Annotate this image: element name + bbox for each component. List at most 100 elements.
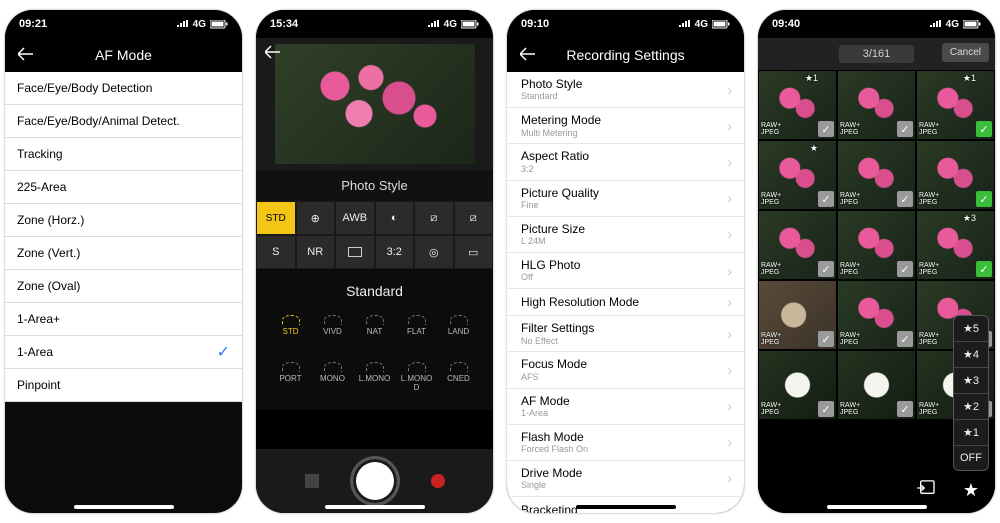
settings-label: AF Mode [521,394,570,408]
style-chip[interactable]: NAT [360,315,390,336]
thumbnail[interactable]: RAW+ JPEG★✓ [758,140,837,210]
settings-row[interactable]: Picture SizeL 24M› [507,217,744,253]
settings-row[interactable]: Drive ModeSingle› [507,461,744,497]
list-item[interactable]: Tracking [5,138,242,171]
selection-checkbox[interactable]: ✓ [818,261,834,277]
settings-row[interactable]: Metering ModeMulti Metering› [507,108,744,144]
thumbnail[interactable]: RAW+ JPEG✓ [837,210,916,280]
import-icon[interactable] [917,480,935,501]
list-item[interactable]: 1-Area+ [5,303,242,336]
grid-item[interactable]: S [256,235,296,269]
grid-item[interactable]: ◎ [414,235,454,269]
list-item[interactable]: 1-Area✓ [5,336,242,369]
grid-item[interactable]: 3:2 [375,235,415,269]
list-item[interactable]: Zone (Vert.) [5,237,242,270]
back-button[interactable] [517,44,541,64]
list-item[interactable]: Pinpoint [5,369,242,402]
selection-checkbox[interactable]: ✓ [818,331,834,347]
shutter-button[interactable] [353,459,397,503]
style-chip-label: MONO [320,374,345,383]
grid-item[interactable]: ◐ [375,201,415,235]
rating-option[interactable]: OFF [954,446,988,470]
settings-row[interactable]: High Resolution Mode› [507,289,744,316]
list-item[interactable]: Zone (Horz.) [5,204,242,237]
rating-option[interactable]: ★5 [954,316,988,342]
grid-item[interactable] [335,235,375,269]
live-preview[interactable] [256,38,493,170]
grid-item[interactable]: ⧄ [454,201,494,235]
home-indicator[interactable] [74,505,174,509]
selection-checkbox[interactable]: ✓ [818,121,834,137]
selection-checkbox[interactable]: ✓ [818,191,834,207]
thumbnail[interactable]: RAW+ JPEG✓ [837,350,916,420]
style-chip[interactable]: PORT [276,362,306,392]
selection-checkbox[interactable]: ✓ [897,331,913,347]
cancel-button[interactable]: Cancel [942,43,989,62]
selection-checkbox[interactable]: ✓ [976,191,992,207]
list-item[interactable]: Zone (Oval) [5,270,242,303]
settings-row[interactable]: HLG PhotoOff› [507,253,744,289]
grid-item[interactable]: STD [256,201,296,235]
selection-checkbox[interactable]: ✓ [976,261,992,277]
style-chip[interactable]: VIVD [318,315,348,336]
style-chip[interactable]: L.MONO D [402,362,432,392]
style-chip[interactable]: MONO [318,362,348,392]
selection-checkbox[interactable]: ✓ [976,121,992,137]
settings-row[interactable]: Flash ModeForced Flash On› [507,425,744,461]
settings-row[interactable]: Picture QualityFine› [507,181,744,217]
rating-option[interactable]: ★1 [954,420,988,446]
style-chip[interactable]: FLAT [402,315,432,336]
thumbnail[interactable]: RAW+ JPEG✓ [916,140,995,210]
home-indicator[interactable] [827,505,927,509]
rating-option[interactable]: ★4 [954,342,988,368]
home-indicator[interactable] [576,505,676,509]
thumbnail[interactable]: RAW+ JPEG✓ [837,140,916,210]
thumbnail[interactable]: RAW+ JPEG✓ [758,210,837,280]
thumbnail[interactable]: RAW+ JPEG✓ [837,70,916,140]
settings-sublabel: L 24M [521,236,585,247]
list-item[interactable]: Face/Eye/Body Detection [5,72,242,105]
record-button[interactable] [431,474,445,488]
thumbnail[interactable]: RAW+ JPEG✓ [837,280,916,350]
grid-item[interactable]: ▭ [454,235,494,269]
settings-label: Drive Mode [521,466,582,480]
settings-row[interactable]: Photo StyleStandard› [507,72,744,108]
thumbnail[interactable]: RAW+ JPEG★1✓ [758,70,837,140]
thumbnail[interactable]: RAW+ JPEG★3✓ [916,210,995,280]
format-label: RAW+ JPEG [761,402,781,417]
style-chip-label: L.MONO D [401,374,433,392]
list-item[interactable]: Face/Eye/Body/Animal Detect. [5,105,242,138]
grid-item[interactable]: AWB [335,201,375,235]
screen-recording-settings: 09:10 4G Recording Settings Photo StyleS… [507,10,744,513]
settings-row[interactable]: Aspect Ratio3:2› [507,144,744,180]
grid-item[interactable]: ⊕ [296,201,336,235]
mode-icon[interactable] [305,474,319,488]
style-chip[interactable]: STD [276,315,306,336]
list-item[interactable]: 225-Area [5,171,242,204]
grid-item[interactable]: NR [296,235,336,269]
selection-checkbox[interactable]: ✓ [897,191,913,207]
back-button[interactable] [262,42,286,62]
star-icon[interactable]: ★ [963,480,979,501]
style-chip[interactable]: CNED [444,362,474,392]
settings-row[interactable]: Filter SettingsNo Effect› [507,316,744,352]
settings-row[interactable]: AF Mode1-Area› [507,389,744,425]
rating-option[interactable]: ★3 [954,368,988,394]
selection-checkbox[interactable]: ✓ [897,121,913,137]
section-label: Photo Style [256,170,493,201]
settings-row[interactable]: Focus ModeAFS› [507,352,744,388]
thumbnail[interactable]: RAW+ JPEG✓ [758,280,837,350]
style-chip[interactable]: L.MONO [360,362,390,392]
thumbnail[interactable]: RAW+ JPEG★1✓ [916,70,995,140]
selection-checkbox[interactable]: ✓ [818,401,834,417]
back-button[interactable] [15,44,39,64]
screen-header: AF Mode [5,38,242,72]
selection-checkbox[interactable]: ✓ [897,261,913,277]
grid-item[interactable]: ⧄ [414,201,454,235]
rating-option[interactable]: ★2 [954,394,988,420]
af-mode-list: Face/Eye/Body DetectionFace/Eye/Body/Ani… [5,72,242,513]
selection-checkbox[interactable]: ✓ [897,401,913,417]
thumbnail[interactable]: RAW+ JPEG ✓ [758,350,837,420]
home-indicator[interactable] [325,505,425,509]
style-chip[interactable]: LAND [444,315,474,336]
